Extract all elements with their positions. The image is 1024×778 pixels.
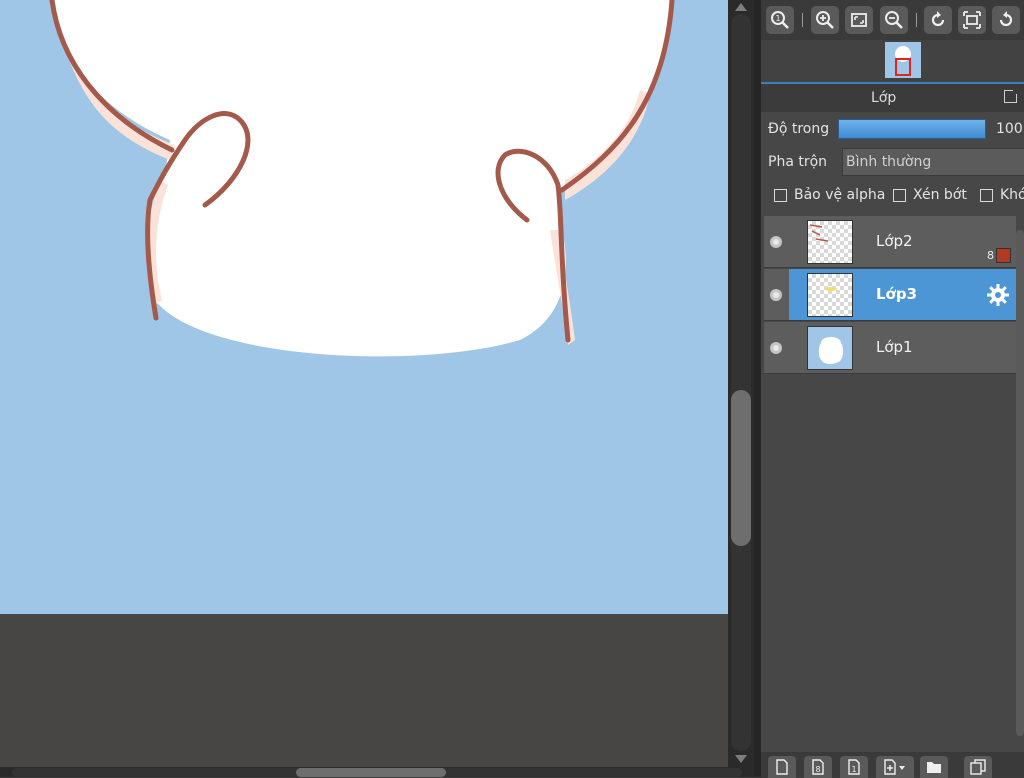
layer-row[interactable]: Lớp2 8 — [764, 216, 1016, 268]
vertical-scrollbar[interactable] — [728, 0, 754, 767]
opacity-label: Độ trong — [768, 121, 830, 137]
character-artwork — [49, 0, 675, 357]
lock-checkbox[interactable] — [980, 189, 993, 202]
scroll-thumb[interactable] — [296, 768, 446, 777]
lock-label: Khó — [1000, 187, 1024, 203]
scroll-track[interactable] — [731, 14, 751, 751]
navigator-toolbar: 1 — [761, 0, 1024, 40]
layer-name: Lớp1 — [876, 338, 913, 356]
opacity-slider[interactable] — [838, 119, 986, 139]
layer-name: Lớp2 — [876, 232, 913, 250]
rotate-left-icon[interactable] — [924, 6, 952, 34]
visibility-eye-icon[interactable] — [770, 289, 782, 301]
new-folder-icon[interactable] — [920, 756, 948, 778]
right-panel: 1 Lớp Độ trong 100 Pha trộn Bình thường … — [761, 0, 1024, 778]
layer-footer-toolbar: 8 1 — [761, 752, 1024, 778]
viewport-frame[interactable] — [895, 58, 911, 76]
layer-thumbnail — [807, 326, 853, 370]
toolbar-separator — [802, 13, 803, 27]
clipping-label: Xén bớt — [913, 187, 967, 203]
blend-mode-value: Bình thường — [846, 154, 932, 170]
layer-panel-title: Lớp — [871, 90, 897, 106]
scroll-down-icon[interactable] — [735, 755, 747, 763]
layers-list: Lớp2 8 Lớp3 Lớp1 — [764, 214, 1016, 752]
toolbar-separator — [916, 13, 917, 27]
scroll-thumb[interactable] — [731, 390, 751, 546]
fit-screen-icon[interactable] — [845, 6, 873, 34]
visibility-eye-icon[interactable] — [770, 236, 782, 248]
new-layer-icon[interactable] — [768, 756, 796, 778]
add-layer-menu-icon[interactable] — [876, 756, 914, 778]
layer-thumbnail — [807, 220, 853, 264]
svg-text:1: 1 — [851, 765, 856, 774]
svg-text:8: 8 — [815, 765, 820, 774]
canvas-area[interactable] — [0, 0, 728, 767]
layer-bit-badge: 8 — [987, 249, 994, 262]
new-layer-1bit-icon[interactable]: 1 — [840, 756, 868, 778]
layer-row-selected[interactable]: Lớp3 — [764, 269, 1016, 321]
layers-scrollbar[interactable] — [1016, 230, 1024, 736]
blend-label: Pha trộn — [768, 154, 828, 170]
clipping-checkbox[interactable] — [893, 189, 906, 202]
panel-divider[interactable] — [754, 0, 761, 777]
svg-text:1: 1 — [775, 14, 780, 23]
layer-thumbnail — [807, 273, 853, 317]
visibility-eye-icon[interactable] — [770, 342, 782, 354]
zoom-out-icon[interactable] — [880, 6, 908, 34]
zoom-actual-icon[interactable]: 1 — [766, 6, 794, 34]
navigator-thumbnail[interactable] — [885, 42, 921, 78]
new-layer-8bit-icon[interactable]: 8 — [804, 756, 832, 778]
opacity-value: 100 — [996, 121, 1023, 137]
scroll-up-icon[interactable] — [735, 3, 747, 11]
fullscreen-icon[interactable] — [958, 6, 986, 34]
zoom-in-icon[interactable] — [811, 6, 839, 34]
rotate-right-icon[interactable] — [992, 6, 1020, 34]
popout-icon[interactable] — [1004, 88, 1019, 103]
protect-alpha-label: Bảo vệ alpha — [794, 187, 886, 203]
layer-panel-header: Lớp — [761, 82, 1024, 112]
drawing-canvas[interactable] — [0, 0, 728, 614]
blend-mode-select[interactable]: Bình thường — [842, 148, 1024, 176]
protect-alpha-checkbox[interactable] — [774, 189, 787, 202]
layer-color-swatch — [996, 248, 1011, 263]
layer-settings-gear-icon[interactable] — [986, 283, 1010, 307]
navigator-preview[interactable] — [761, 40, 1024, 82]
layer-row[interactable]: Lớp1 — [764, 322, 1016, 374]
horizontal-scrollbar[interactable] — [0, 767, 754, 777]
duplicate-layer-icon[interactable] — [964, 756, 992, 778]
layer-name: Lớp3 — [876, 285, 918, 303]
